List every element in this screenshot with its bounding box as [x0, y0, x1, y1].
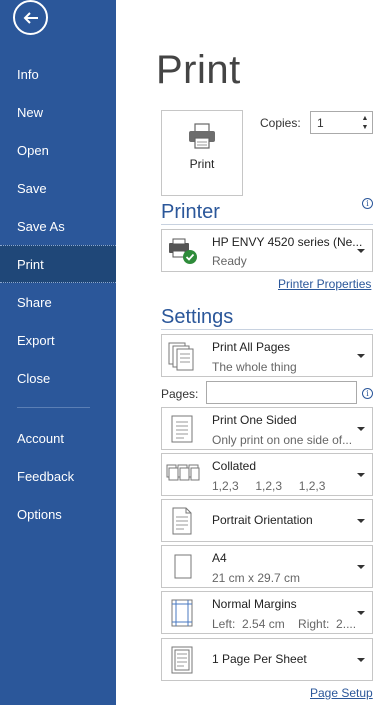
paper-size-icon	[174, 554, 192, 579]
margins-title: Normal Margins	[212, 597, 297, 611]
printer-name: HP ENVY 4520 series (Ne...	[212, 235, 363, 249]
paper-size-title: A4	[212, 551, 227, 565]
printer-info-icon[interactable]: i	[362, 198, 373, 209]
settings-heading-rule	[161, 329, 373, 330]
copies-spin-buttons[interactable]: ▲ ▼	[358, 112, 372, 133]
nav-item-open[interactable]: Open	[0, 131, 116, 169]
copies-label: Copies:	[260, 116, 301, 130]
chevron-down-icon	[357, 354, 365, 358]
margins-subtitle: Left: 2.54 cm Right: 2....	[212, 617, 357, 631]
nav-item-options[interactable]: Options	[0, 495, 116, 533]
back-button[interactable]	[13, 0, 48, 35]
printer-heading: Printer	[161, 201, 220, 223]
chevron-down-icon	[357, 427, 365, 431]
margins-icon	[171, 599, 193, 627]
print-range-subtitle: The whole thing	[212, 360, 297, 374]
nav-item-print[interactable]: Print	[0, 245, 116, 283]
collated-pages-icon	[166, 464, 200, 481]
sides-select[interactable]: Print One Sided Only print on one side o…	[161, 407, 373, 450]
sides-title: Print One Sided	[212, 413, 297, 427]
print-button-label: Print	[189, 157, 215, 171]
print-range-title: Print All Pages	[212, 340, 291, 354]
chevron-down-icon	[357, 658, 365, 662]
sides-subtitle: Only print on one side of...	[212, 433, 353, 447]
settings-heading: Settings	[161, 306, 234, 328]
copies-value: 1	[317, 116, 324, 130]
printer-select[interactable]: HP ENVY 4520 series (Ne... Ready	[161, 229, 373, 272]
one-page-per-sheet-icon	[171, 646, 193, 674]
portrait-page-icon	[172, 507, 192, 535]
nav-item-export[interactable]: Export	[0, 321, 116, 359]
nav-item-account[interactable]: Account	[0, 419, 116, 457]
copies-stepper[interactable]: 1 ▲ ▼	[310, 111, 373, 134]
chevron-down-icon	[357, 611, 365, 615]
page-setup-link[interactable]: Page Setup	[310, 686, 373, 700]
nav-item-feedback[interactable]: Feedback	[0, 457, 116, 495]
collation-select[interactable]: Collated 1,2,3 1,2,3 1,2,3	[161, 453, 373, 496]
paper-size-select[interactable]: A4 21 cm x 29.7 cm	[161, 545, 373, 588]
orientation-title: Portrait Orientation	[212, 513, 313, 527]
chevron-down-icon	[357, 473, 365, 477]
printer-status: Ready	[212, 254, 247, 268]
collation-title: Collated	[212, 459, 257, 473]
page-title: Print	[156, 48, 241, 92]
spin-down-icon[interactable]: ▼	[362, 123, 369, 132]
nav-item-share[interactable]: Share	[0, 283, 116, 321]
margins-select[interactable]: Normal Margins Left: 2.54 cm Right: 2...…	[161, 591, 373, 634]
multiple-pages-icon	[168, 342, 194, 371]
print-range-select[interactable]: Print All Pages The whole thing	[161, 334, 373, 377]
nav-item-save[interactable]: Save	[0, 169, 116, 207]
pages-input[interactable]	[206, 381, 357, 404]
chevron-down-icon	[357, 519, 365, 523]
one-sided-page-icon	[171, 415, 193, 443]
nav-divider	[17, 407, 90, 408]
print-button[interactable]: Print	[161, 110, 243, 196]
pages-info-icon[interactable]: i	[362, 388, 373, 399]
pages-label: Pages:	[161, 387, 199, 401]
printer-properties-link[interactable]: Printer Properties	[278, 277, 371, 291]
print-pane: Print Print Copies: 1 ▲ ▼ Printer i HP E…	[116, 0, 384, 705]
nav-item-close[interactable]: Close	[0, 359, 116, 397]
printer-heading-rule	[161, 224, 373, 225]
nav-item-new[interactable]: New	[0, 93, 116, 131]
paper-size-subtitle: 21 cm x 29.7 cm	[212, 571, 301, 585]
printer-icon	[189, 123, 215, 149]
nav-item-save-as[interactable]: Save As	[0, 207, 116, 245]
nav-item-info[interactable]: Info	[0, 55, 116, 93]
backstage-sidebar: Info New Open Save Save As Print Share E…	[0, 0, 116, 705]
pages-per-sheet-select[interactable]: 1 Page Per Sheet	[161, 638, 373, 681]
back-arrow-icon	[23, 11, 38, 24]
pages-per-sheet-title: 1 Page Per Sheet	[212, 652, 307, 666]
chevron-down-icon	[357, 565, 365, 569]
printer-ready-icon	[169, 238, 197, 264]
orientation-select[interactable]: Portrait Orientation	[161, 499, 373, 542]
collation-subtitle: 1,2,3 1,2,3 1,2,3	[212, 479, 326, 493]
chevron-down-icon	[357, 249, 365, 253]
spin-up-icon[interactable]: ▲	[362, 114, 369, 123]
